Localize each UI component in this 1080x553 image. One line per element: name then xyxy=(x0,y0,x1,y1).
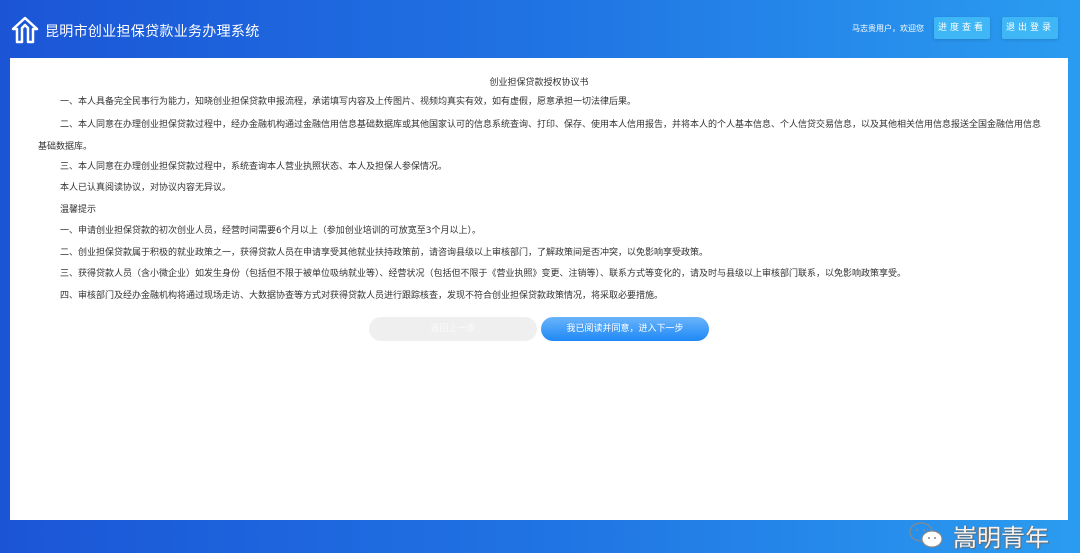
wechat-icon xyxy=(909,521,943,548)
paragraph: 二、本人同意在办理创业担保贷款过程中，经办金融机构通过金融信用信息基础数据库或其… xyxy=(38,120,1042,152)
paragraph: 三、本人同意在办理创业担保贷款过程中，系统查询本人营业执照状态、本人及担保人参保… xyxy=(60,162,448,172)
watermark: 嵩明青年 xyxy=(907,518,1049,553)
agree-next-button[interactable]: 我已阅读并同意，进入下一步 xyxy=(541,317,709,341)
back-button[interactable]: 返回上一步 xyxy=(369,317,537,341)
tip: 四、审核部门及经办金融机构将通过现场走访、大数据协查等方式对获得贷款人员进行跟踪… xyxy=(60,291,664,301)
agreement-panel: 创业担保贷款授权协议书 一、本人具备完全民事行为能力，知晓创业担保贷款申报流程，… xyxy=(10,58,1068,552)
tip: 一、申请创业担保贷款的初次创业人员，经营时间需要6个月以上（参加创业培训的可放宽… xyxy=(60,226,481,236)
paragraph: 一、本人具备完全民事行为能力，知晓创业担保贷款申报流程，承诺填写内容及上传图片、… xyxy=(60,97,637,107)
tip: 二、创业担保贷款属于积极的就业政策之一，获得贷款人员在申请享受其他就业扶持政策前… xyxy=(60,248,709,258)
logout-button[interactable]: 退出登录 xyxy=(1002,17,1058,39)
doc-title: 创业担保贷款授权协议书 xyxy=(489,78,589,88)
watermark-text: 嵩明青年 xyxy=(953,524,1049,552)
tip: 三、获得贷款人员（含小微企业）如发生身份（包括但不限于被单位吸纳就业等）、经营状… xyxy=(60,269,907,279)
progress-button[interactable]: 进度查看 xyxy=(934,17,990,39)
logo-icon xyxy=(11,16,39,44)
tips-heading: 温馨提示 xyxy=(60,205,97,215)
paragraph: 本人已认真阅读协议，对协议内容无异议。 xyxy=(60,183,232,193)
header: 昆明市创业担保贷款业务办理系统 马志贵用户，欢迎您 进度查看 退出登录 xyxy=(0,0,1080,58)
app-title: 昆明市创业担保贷款业务办理系统 xyxy=(45,24,260,40)
welcome-text: 马志贵用户，欢迎您 xyxy=(852,24,924,33)
